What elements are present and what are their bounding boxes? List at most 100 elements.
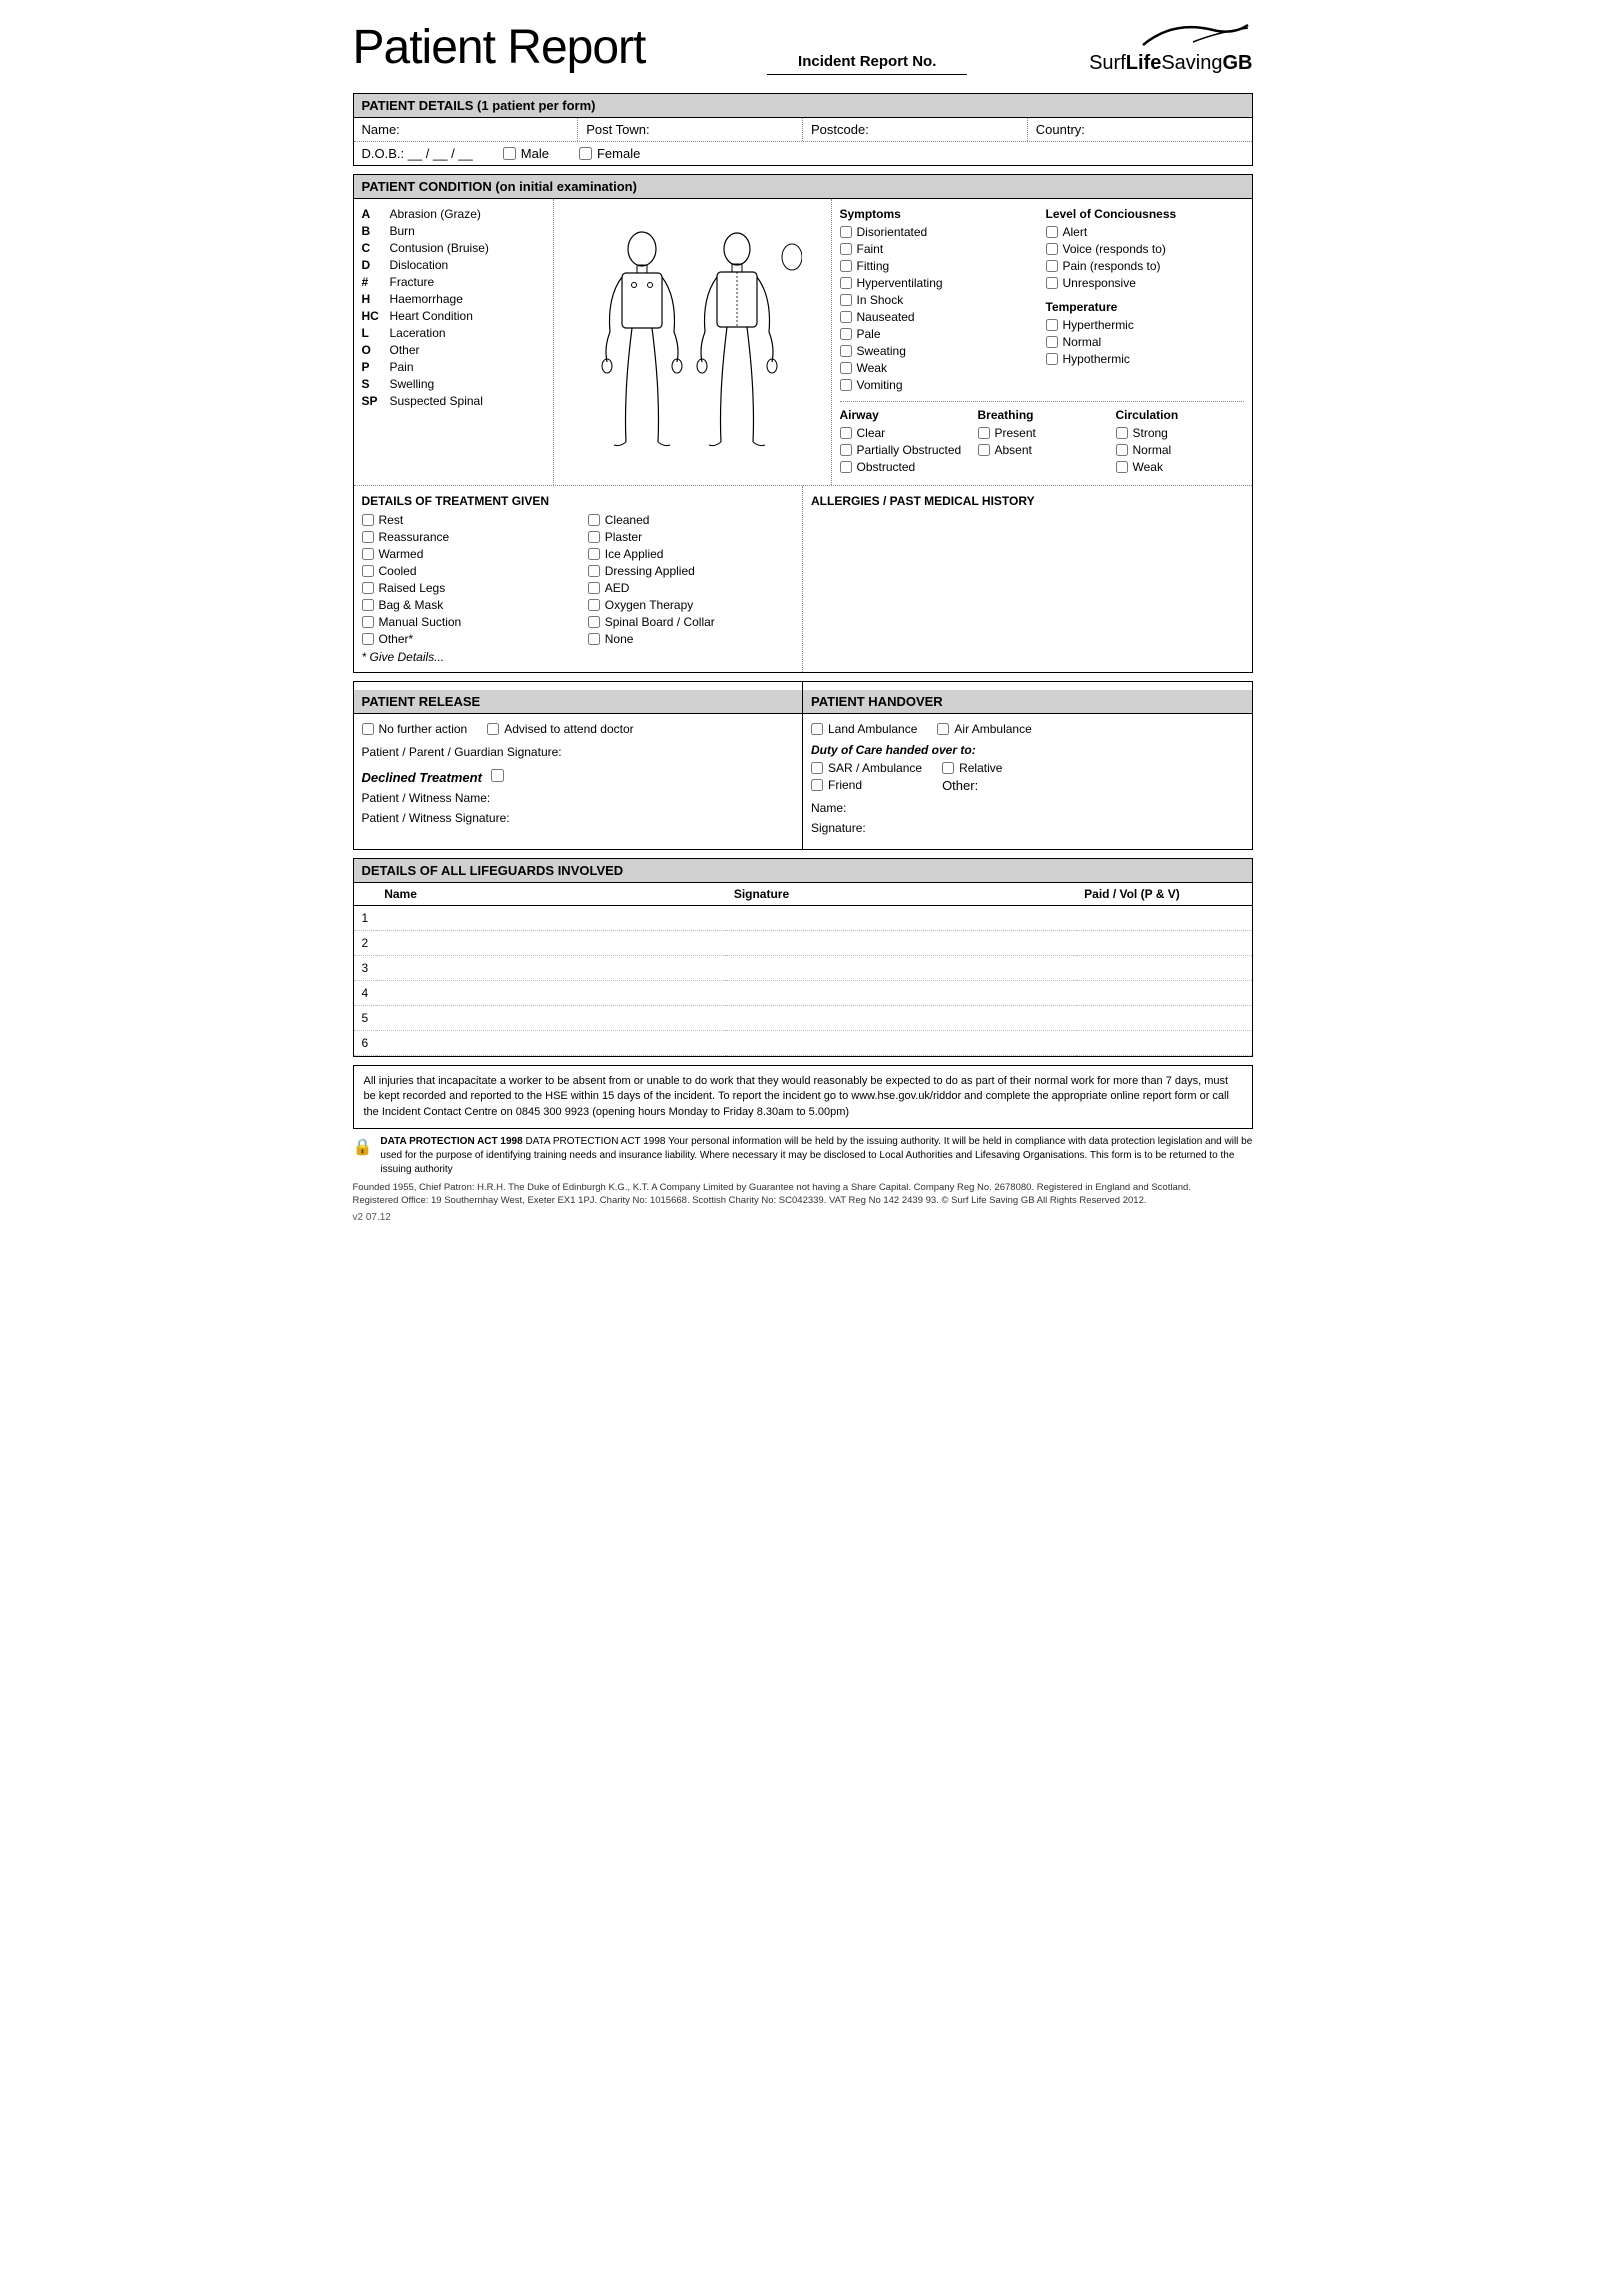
sar-option[interactable]: SAR / Ambulance [811,761,922,775]
female-checkbox[interactable] [579,147,592,160]
treat-aed[interactable]: AED [588,581,794,595]
airway-clear[interactable]: Clear [840,426,968,440]
legend-item: LLaceration [362,326,545,340]
treat-spinal-board[interactable]: Spinal Board / Collar [588,615,794,629]
release-handover-section: PATIENT RELEASE No further action Advise… [353,681,1253,850]
legend-item: SPSuspected Spinal [362,394,545,408]
legend-item: CContusion (Bruise) [362,241,545,255]
treat-cleaned[interactable]: Cleaned [588,513,794,527]
page-header: Patient Report Incident Report No. SurfL… [353,20,1253,75]
airway-breathing-circulation: Airway Clear Partially Obstructed Obstru… [840,408,1244,477]
lifeguards-section: DETAILS OF ALL LIFEGUARDS INVOLVED Name … [353,858,1253,1057]
treatment-allergies-row: DETAILS OF TREATMENT GIVEN Rest Reassura… [354,485,1252,672]
allergies-col: ALLERGIES / PAST MEDICAL HISTORY [803,486,1252,672]
treatment-col1: Rest Reassurance Warmed Cooled Raised Le… [362,513,568,664]
treat-manual-suction[interactable]: Manual Suction [362,615,568,629]
symptoms-row: Symptoms Disorientated Faint Fitting Hyp… [840,207,1244,395]
name-field: Name: [354,118,579,141]
treat-dressing[interactable]: Dressing Applied [588,564,794,578]
symptom-disorientated[interactable]: Disorientated [840,225,1038,239]
friend-label: Friend [828,778,862,792]
advised-doctor[interactable]: Advised to attend doctor [487,722,633,736]
treat-cooled[interactable]: Cooled [362,564,568,578]
relative-option[interactable]: Relative [942,761,1002,775]
symptom-weak[interactable]: Weak [840,361,1038,375]
declined-checkbox[interactable] [491,769,504,782]
loc-col: Level of Conciousness Alert Voice (respo… [1046,207,1244,395]
logo-text: SurfLifeSavingGB [1089,52,1252,75]
temp-normal[interactable]: Normal [1046,335,1244,349]
legend-item: AAbrasion (Graze) [362,207,545,221]
patient-condition-body: AAbrasion (Graze) BBurn CContusion (Brui… [354,199,1252,485]
dp-act-label: DATA PROTECTION ACT 1998 [380,1136,522,1147]
treat-bag-mask[interactable]: Bag & Mask [362,598,568,612]
data-protection-text: DATA PROTECTION ACT 1998 DATA PROTECTION… [380,1135,1252,1177]
loc-voice[interactable]: Voice (responds to) [1046,242,1244,256]
treatment-title: DETAILS OF TREATMENT GIVEN [362,494,795,508]
dob-label: D.O.B.: __ / __ / __ [362,146,473,161]
male-option[interactable]: Male [503,146,549,161]
circ-strong[interactable]: Strong [1116,426,1244,440]
release-handover-body: PATIENT RELEASE No further action Advise… [354,682,1252,849]
treat-raised-legs[interactable]: Raised Legs [362,581,568,595]
airway-partial[interactable]: Partially Obstructed [840,443,968,457]
treatment-col2: Cleaned Plaster Ice Applied Dressing App… [588,513,794,664]
condition-right-panel: Symptoms Disorientated Faint Fitting Hyp… [832,199,1252,485]
symptom-pale[interactable]: Pale [840,327,1038,341]
treat-none[interactable]: None [588,632,794,646]
loc-alert[interactable]: Alert [1046,225,1244,239]
post-town-field: Post Town: [578,118,803,141]
male-checkbox[interactable] [503,147,516,160]
legend-item: OOther [362,343,545,357]
land-ambulance[interactable]: Land Ambulance [811,722,917,736]
no-further-action[interactable]: No further action [362,722,468,736]
symptom-in-shock[interactable]: In Shock [840,293,1038,307]
legend-item: HHaemorrhage [362,292,545,306]
legend-item: PPain [362,360,545,374]
give-details-label: * Give Details... [362,650,568,664]
legend-item: SSwelling [362,377,545,391]
treat-other[interactable]: Other* [362,632,568,646]
breathing-present[interactable]: Present [978,426,1106,440]
symptom-vomiting[interactable]: Vomiting [840,378,1038,392]
footer-small-1: Founded 1955, Chief Patron: H.R.H. The D… [353,1181,1253,1194]
legend-item: BBurn [362,224,545,238]
male-label: Male [521,146,549,161]
treat-oxygen[interactable]: Oxygen Therapy [588,598,794,612]
loc-unresponsive[interactable]: Unresponsive [1046,276,1244,290]
circ-normal[interactable]: Normal [1116,443,1244,457]
friend-option[interactable]: Friend [811,778,922,792]
country-field: Country: [1028,118,1252,141]
airway-obstructed[interactable]: Obstructed [840,460,968,474]
temperature-title: Temperature [1046,300,1244,314]
temp-hyperthermic[interactable]: Hyperthermic [1046,318,1244,332]
breathing-absent[interactable]: Absent [978,443,1106,457]
treatment-grid: Rest Reassurance Warmed Cooled Raised Le… [362,513,795,664]
treat-rest[interactable]: Rest [362,513,568,527]
air-ambulance[interactable]: Air Ambulance [937,722,1031,736]
female-option[interactable]: Female [579,146,640,161]
symptom-fitting[interactable]: Fitting [840,259,1038,273]
lifeguards-table: Name Signature Paid / Vol (P & V) 1 2 3 … [354,883,1252,1056]
treat-plaster[interactable]: Plaster [588,530,794,544]
witness-sig-label: Patient / Witness Signature: [362,811,510,825]
patient-details-header: PATIENT DETAILS (1 patient per form) [354,94,1252,118]
postcode-label: Postcode: [811,122,869,137]
sar-label: SAR / Ambulance [828,761,922,775]
treat-warmed[interactable]: Warmed [362,547,568,561]
col-sig-header: Signature [726,883,1076,906]
allergies-title: ALLERGIES / PAST MEDICAL HISTORY [811,494,1244,508]
loc-pain[interactable]: Pain (responds to) [1046,259,1244,273]
treat-reassurance[interactable]: Reassurance [362,530,568,544]
symptom-hyperventilating[interactable]: Hyperventilating [840,276,1038,290]
symptom-sweating[interactable]: Sweating [840,344,1038,358]
symptom-nauseated[interactable]: Nauseated [840,310,1038,324]
temp-hypothermic[interactable]: Hypothermic [1046,352,1244,366]
treat-ice-applied[interactable]: Ice Applied [588,547,794,561]
table-row: 6 [354,1031,1252,1056]
legend-item: HCHeart Condition [362,309,545,323]
circ-weak[interactable]: Weak [1116,460,1244,474]
symptom-faint[interactable]: Faint [840,242,1038,256]
declined-row: Declined Treatment [362,769,795,785]
patient-condition-section: PATIENT CONDITION (on initial examinatio… [353,174,1253,673]
